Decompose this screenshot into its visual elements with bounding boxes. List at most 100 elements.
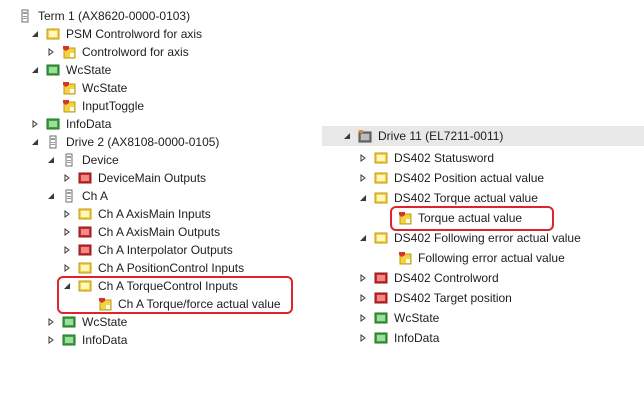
tree-item-label: InfoData — [66, 117, 112, 131]
tree-item-label: InputToggle — [82, 99, 145, 113]
expanded-arrow-icon[interactable] — [342, 131, 352, 141]
tree-item-ds402-statusword[interactable]: DS402 Statusword — [358, 149, 494, 167]
tree-item-label: Term 1 (AX8620-0000-0103) — [38, 9, 191, 23]
tree-item-drive11[interactable]: Drive 11 (EL7211-0011) — [342, 127, 503, 145]
tree-item-label: Controlword for axis — [82, 45, 189, 59]
tree-item-label: Ch A PositionControl Inputs — [98, 261, 245, 275]
tree-item-label: InfoData — [82, 333, 128, 347]
expanded-arrow-icon[interactable] — [30, 65, 40, 75]
device-terminal-icon — [46, 135, 60, 149]
tree-item-wcstate-var[interactable]: WcState — [62, 79, 127, 97]
input-var-icon — [398, 251, 412, 265]
collapsed-arrow-icon[interactable] — [358, 333, 368, 343]
tree-item-ds402-torque-actual-value[interactable]: DS402 Torque actual value — [358, 189, 538, 207]
collapsed-arrow-icon[interactable] — [62, 227, 72, 237]
tree-item-wcstate-2[interactable]: WcState — [46, 313, 127, 331]
collapsed-arrow-icon[interactable] — [62, 173, 72, 183]
tree-item-label: WcState — [394, 311, 440, 325]
tree-item-label: DeviceMain Outputs — [98, 171, 207, 185]
yellow-folder-icon — [374, 231, 388, 245]
tree-item-ch-a[interactable]: Ch A — [46, 187, 108, 205]
tree-item-label: PSM Controlword for axis — [66, 27, 203, 41]
tree-item-label: Ch A — [82, 189, 109, 203]
collapsed-arrow-icon[interactable] — [46, 47, 56, 57]
collapsed-arrow-icon[interactable] — [30, 119, 40, 129]
tree-item-inputtoggle[interactable]: InputToggle — [62, 97, 144, 115]
expanded-arrow-icon[interactable] — [30, 137, 40, 147]
tree-item-ds402-following-error-actual-value[interactable]: DS402 Following error actual value — [358, 229, 581, 247]
green-folder-icon — [46, 63, 60, 77]
tree-item-label: DS402 Torque actual value — [394, 191, 538, 205]
tree-item-following-error-actual-value[interactable]: Following error actual value — [398, 249, 565, 267]
tree-item-label: WcState — [82, 315, 128, 329]
expanded-arrow-icon[interactable] — [358, 233, 368, 243]
red-folder-icon — [374, 271, 388, 285]
tree-item-wcstate-right[interactable]: WcState — [358, 309, 439, 327]
collapsed-arrow-icon[interactable] — [358, 273, 368, 283]
collapsed-arrow-icon[interactable] — [62, 209, 72, 219]
output-var-icon — [62, 45, 76, 59]
tree-item-ch-a-positioncontrol-inputs[interactable]: Ch A PositionControl Inputs — [62, 259, 244, 277]
device-terminal-icon — [62, 189, 76, 203]
expanded-arrow-icon[interactable] — [46, 155, 56, 165]
collapsed-arrow-icon[interactable] — [358, 293, 368, 303]
collapsed-arrow-icon[interactable] — [46, 317, 56, 327]
tree-item-label: DS402 Controlword — [394, 271, 499, 285]
tree-item-ds402-target-position[interactable]: DS402 Target position — [358, 289, 512, 307]
tree-item-label: WcState — [66, 63, 112, 77]
yellow-folder-icon — [374, 191, 388, 205]
tree-item-infodata-2[interactable]: InfoData — [46, 331, 127, 349]
tree-item-infodata-right[interactable]: InfoData — [358, 329, 439, 347]
green-folder-icon — [46, 117, 60, 131]
tree-item-devicemain-outputs[interactable]: DeviceMain Outputs — [62, 169, 206, 187]
expanded-arrow-icon[interactable] — [358, 193, 368, 203]
tree-item-label: Following error actual value — [418, 251, 565, 265]
collapsed-arrow-icon[interactable] — [62, 263, 72, 273]
red-folder-icon — [374, 291, 388, 305]
tree-item-ds402-controlword[interactable]: DS402 Controlword — [358, 269, 499, 287]
green-folder-icon — [374, 311, 388, 325]
yellow-folder-icon — [78, 207, 92, 221]
tree-item-label: DS402 Statusword — [394, 151, 495, 165]
tree-item-infodata[interactable]: InfoData — [30, 115, 111, 133]
collapsed-arrow-icon[interactable] — [358, 153, 368, 163]
highlight-box-left — [57, 276, 293, 314]
tree-item-label: Device — [82, 153, 119, 167]
right-tree-panel: Drive 11 (EL7211-0011) DS402 Statusword … — [322, 126, 644, 366]
tree-item-ds402-position-actual-value[interactable]: DS402 Position actual value — [358, 169, 544, 187]
tree-item-label: DS402 Position actual value — [394, 171, 545, 185]
yellow-folder-icon — [46, 27, 60, 41]
drive-terminal-icon — [358, 129, 372, 143]
tree-item-label: DS402 Target position — [394, 291, 512, 305]
red-folder-icon — [78, 171, 92, 185]
green-folder-icon — [374, 331, 388, 345]
collapsed-arrow-icon[interactable] — [358, 313, 368, 323]
tree-item-label: Ch A AxisMain Inputs — [98, 207, 211, 221]
tree-item-psm-controlword[interactable]: PSM Controlword for axis — [30, 25, 202, 43]
tree-item-device[interactable]: Device — [46, 151, 119, 169]
yellow-folder-icon — [78, 261, 92, 275]
red-folder-icon — [78, 225, 92, 239]
tree-item-label: Drive 2 (AX8108-0000-0105) — [66, 135, 220, 149]
red-folder-icon — [78, 243, 92, 257]
collapsed-arrow-icon[interactable] — [358, 173, 368, 183]
tree-item-label: WcState — [82, 81, 128, 95]
tree-item-drive2[interactable]: Drive 2 (AX8108-0000-0105) — [30, 133, 219, 151]
tree-item-ch-a-interpolator-outputs[interactable]: Ch A Interpolator Outputs — [62, 241, 233, 259]
device-terminal-icon — [62, 153, 76, 167]
collapsed-arrow-icon[interactable] — [62, 245, 72, 255]
tree-item-term1[interactable]: Term 1 (AX8620-0000-0103) — [18, 7, 190, 25]
left-tree-panel: Term 1 (AX8620-0000-0103) PSM Controlwor… — [0, 0, 322, 402]
tree-item-label: InfoData — [394, 331, 440, 345]
tree-item-ch-a-axismain-outputs[interactable]: Ch A AxisMain Outputs — [62, 223, 220, 241]
green-folder-icon — [62, 333, 76, 347]
tree-item-ch-a-axismain-inputs[interactable]: Ch A AxisMain Inputs — [62, 205, 211, 223]
expanded-arrow-icon[interactable] — [30, 29, 40, 39]
expanded-arrow-icon[interactable] — [46, 191, 56, 201]
tree-item-controlword-for-axis[interactable]: Controlword for axis — [46, 43, 189, 61]
input-var-icon — [62, 99, 76, 113]
collapsed-arrow-icon[interactable] — [46, 335, 56, 345]
tree-item-label: Ch A AxisMain Outputs — [98, 225, 221, 239]
tree-item-wcstate[interactable]: WcState — [30, 61, 111, 79]
device-terminal-icon — [18, 9, 32, 23]
